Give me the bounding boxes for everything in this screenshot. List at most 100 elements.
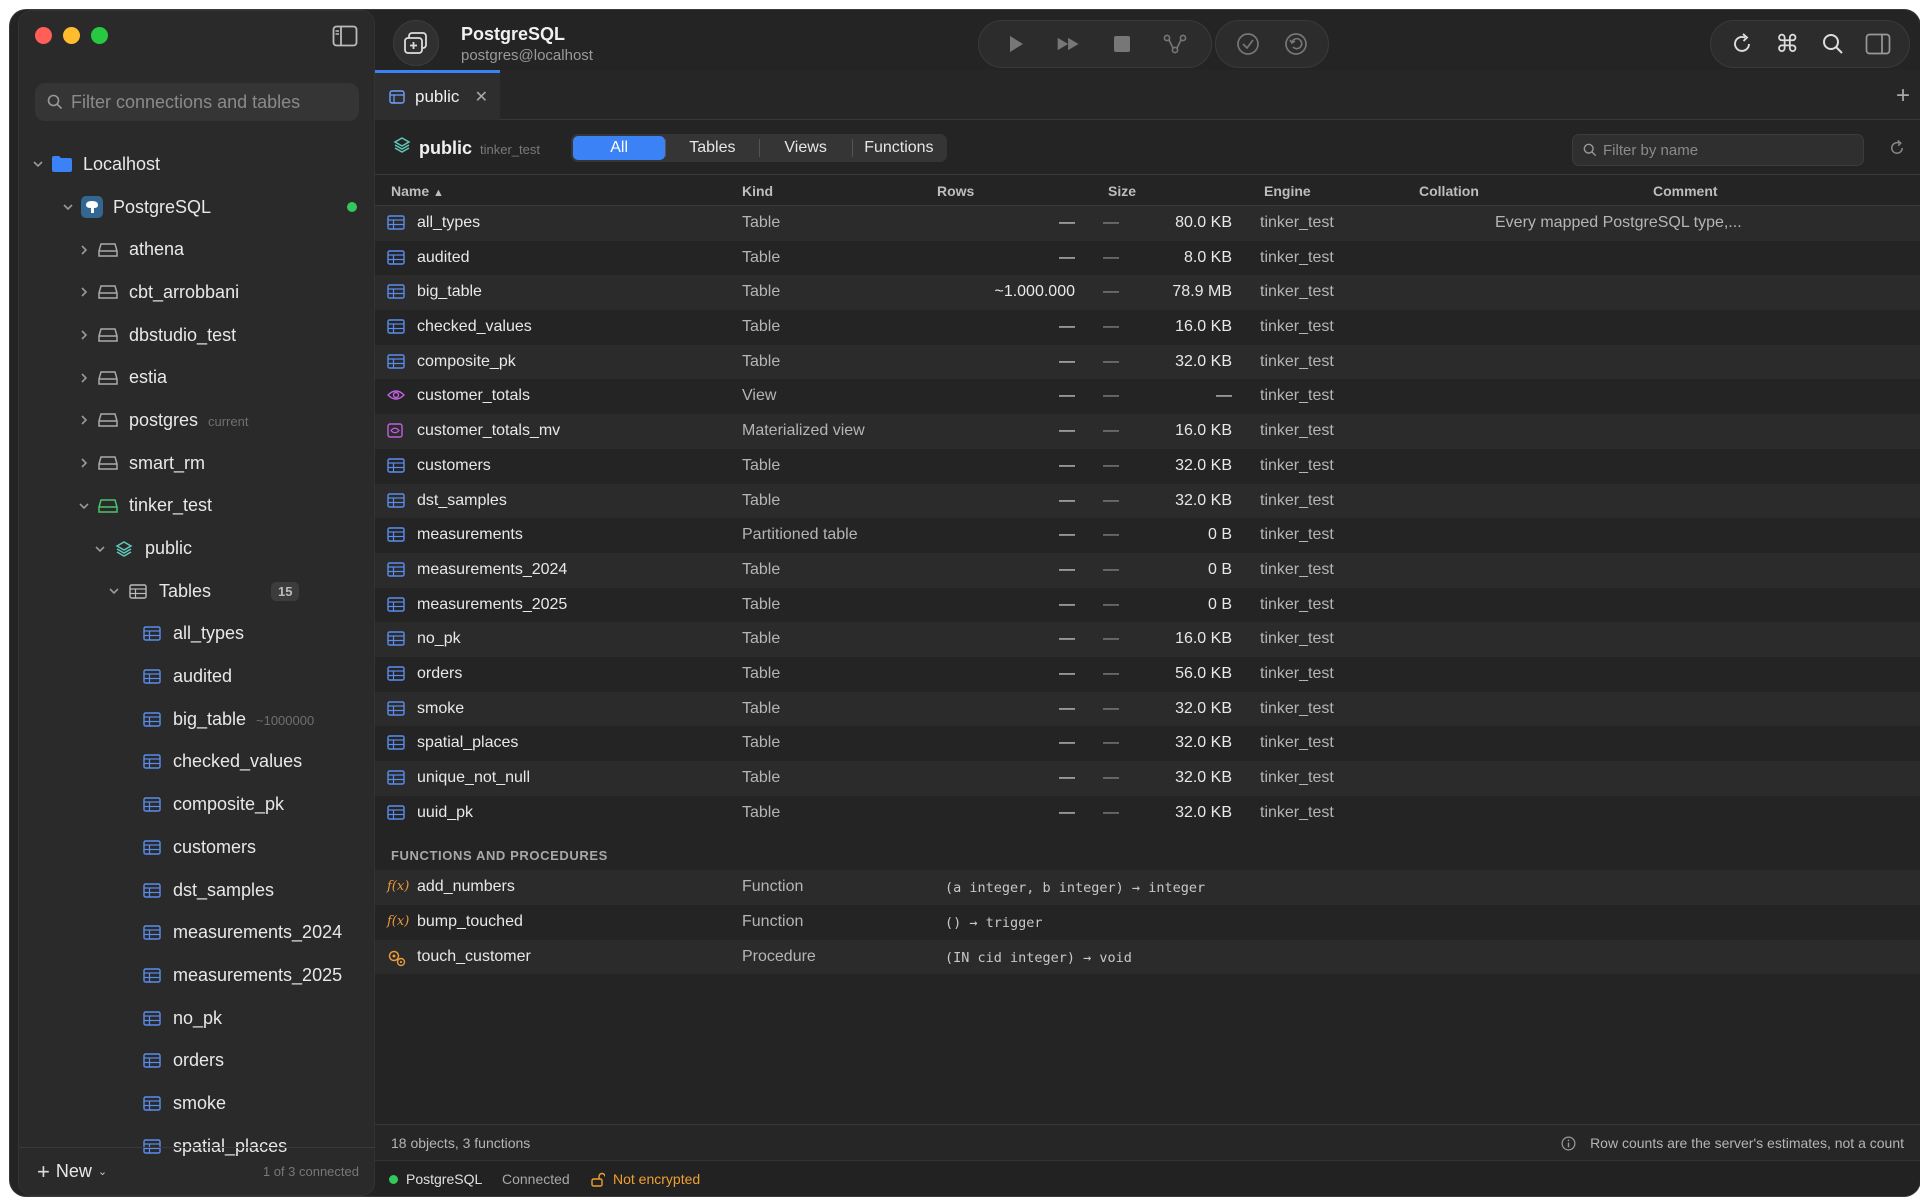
col-rows[interactable]: Rows [937, 183, 974, 199]
filter-input[interactable] [1603, 141, 1853, 159]
tree-item-localhost[interactable]: Localhost [19, 143, 375, 186]
function-row[interactable]: f(x) bump_touched Function () → trigger [375, 905, 1920, 940]
col-kind[interactable]: Kind [742, 183, 773, 199]
col-name[interactable]: Name ▲ [391, 183, 444, 199]
command-palette-icon[interactable]: ⌘ [1774, 31, 1800, 58]
tree-item-dbstudio-test[interactable]: dbstudio_test [19, 314, 375, 357]
tree-item-tinker-test[interactable]: tinker_test [19, 485, 375, 528]
tree-item-big-table[interactable]: big_table ~1000000 [19, 698, 375, 741]
chevron-down-icon[interactable] [61, 200, 75, 214]
sidebar-search-input[interactable] [71, 91, 351, 113]
tree-item-audited[interactable]: audited [19, 655, 375, 698]
segment-views[interactable]: Views [760, 136, 852, 160]
table-row[interactable]: dst_samples Table — 32.0 KB — tinker_test [375, 483, 1920, 519]
commit-icon[interactable] [1235, 31, 1261, 57]
table-row[interactable]: spatial_places Table — 32.0 KB — tinker_test [375, 726, 1920, 761]
col-collation[interactable]: Collation [1419, 183, 1479, 199]
table-row[interactable]: customer_totals_mv Materialized view — 16.0… [375, 414, 1920, 449]
table-row[interactable]: orders Table — 56.0 KB — tinker_test [375, 657, 1920, 692]
tree-item-tables[interactable]: Tables 15 [19, 570, 375, 613]
inspector-toggle-icon[interactable] [1865, 31, 1891, 57]
stop-icon[interactable] [1109, 31, 1135, 57]
table-row[interactable]: big_table Table ~1.000.000 78.9 MB — tinker_t… [375, 275, 1920, 311]
segment-functions[interactable]: Functions [853, 136, 945, 160]
table-row[interactable]: customers Table — 32.0 KB — tinker_test [375, 449, 1920, 484]
close-tab-icon[interactable]: ✕ [475, 87, 488, 107]
function-row[interactable]: touch_customer Procedure (IN cid integer) … [375, 939, 1920, 975]
table-row[interactable]: measurements_2024 Table — 0 B — tinker_test [375, 552, 1920, 588]
tree-item-composite-pk[interactable]: composite_pk [19, 783, 375, 826]
chevron-right-icon[interactable] [77, 413, 91, 427]
tree-item-estia[interactable]: estia [19, 356, 375, 399]
chevron-right-icon[interactable] [77, 285, 91, 299]
function-row[interactable]: f(x) add_numbers Function (a integer, b int… [375, 870, 1920, 906]
table-row[interactable]: all_types Table — 80.0 KB — tinker_test Every … [375, 206, 1920, 241]
chevron-down-icon[interactable] [107, 584, 121, 598]
sort-ascending-icon: ▲ [433, 187, 444, 199]
refresh-icon[interactable] [1729, 31, 1755, 57]
filter-by-name[interactable] [1572, 134, 1864, 166]
chevron-right-icon[interactable] [77, 328, 91, 342]
table-row[interactable]: composite_pk Table — 32.0 KB — tinker_test [375, 344, 1920, 380]
connection-indicator[interactable]: PostgreSQL [389, 1171, 482, 1187]
connection-status-bar: PostgreSQL Connected Not encrypted [375, 1160, 1920, 1196]
tab-public[interactable]: public ✕ [375, 70, 500, 120]
tree-item-orders[interactable]: orders [19, 1039, 375, 1082]
object-engine: — [1103, 630, 1119, 648]
encryption-status[interactable]: Not encrypted [591, 1171, 700, 1187]
col-size[interactable]: Size [1108, 183, 1136, 199]
run-all-icon[interactable] [1056, 31, 1082, 57]
tree-item-dst-samples[interactable]: dst_samples [19, 869, 375, 912]
tree-item-measurements-2025[interactable]: measurements_2025 [19, 954, 375, 997]
table-row[interactable]: audited Table — 8.0 KB — tinker_test [375, 241, 1920, 276]
table-row[interactable]: uuid_pk Table — 32.0 KB — tinker_test [375, 796, 1920, 831]
search-icon[interactable] [1820, 31, 1846, 57]
table-row[interactable]: no_pk Table — 16.0 KB — tinker_test [375, 622, 1920, 657]
chevron-down-icon[interactable] [31, 157, 45, 171]
reload-icon[interactable] [1888, 139, 1906, 157]
chevron-down-icon[interactable] [93, 542, 107, 556]
chevron-right-icon[interactable] [77, 243, 91, 257]
new-query-button[interactable] [393, 20, 439, 66]
new-button[interactable]: + New ⌄ [37, 1159, 107, 1185]
tree-item-measurements-2024[interactable]: measurements_2024 [19, 911, 375, 954]
tree-item-public[interactable]: public [19, 527, 375, 570]
sidebar-toggle-icon[interactable] [332, 25, 358, 47]
tree-item-no-pk[interactable]: no_pk [19, 997, 375, 1040]
table-row[interactable]: measurements_2025 Table — 0 B — tinker_test [375, 588, 1920, 623]
run-icon[interactable] [1003, 31, 1029, 57]
tree-item-smart-rm[interactable]: smart_rm [19, 442, 375, 485]
chevron-right-icon[interactable] [77, 456, 91, 470]
close-window-button[interactable] [35, 27, 52, 44]
zoom-window-button[interactable] [91, 27, 108, 44]
segment-tables[interactable]: Tables [666, 136, 758, 160]
tree-item-athena[interactable]: athena [19, 228, 375, 271]
tree-item-cbt-arrobbani[interactable]: cbt_arrobbani [19, 271, 375, 314]
tree-item-all-types[interactable]: all_types [19, 613, 375, 656]
chevron-down-icon[interactable] [77, 499, 91, 513]
tree-item-checked-values[interactable]: checked_values [19, 741, 375, 784]
table-row[interactable]: measurements Partitioned table — 0 B — tinker… [375, 518, 1920, 553]
col-engine[interactable]: Engine [1264, 183, 1311, 199]
table-row[interactable]: checked_values Table — 16.0 KB — tinker_test [375, 310, 1920, 345]
minimize-window-button[interactable] [63, 27, 80, 44]
explain-plan-icon[interactable] [1162, 31, 1188, 57]
object-collation: tinker_test [1260, 422, 1334, 440]
rollback-icon[interactable] [1283, 31, 1309, 57]
segment-all[interactable]: All [573, 136, 666, 160]
chevron-right-icon[interactable] [77, 371, 91, 385]
table-row[interactable]: unique_not_null Table — 32.0 KB — tinker_test [375, 761, 1920, 796]
tree-item-customers[interactable]: customers [19, 826, 375, 869]
object-size: 16.0 KB [1175, 318, 1232, 336]
table-row[interactable]: customer_totals View — — — tinker_test [375, 379, 1920, 414]
tree-item-postgresql[interactable]: PostgreSQL [19, 186, 375, 229]
table-header: Name ▲ Kind Rows Size Engine Collation C… [375, 176, 1920, 206]
schema-database: tinker_test [480, 142, 540, 157]
add-tab-icon[interactable]: + [1896, 82, 1910, 110]
col-comment[interactable]: Comment [1653, 183, 1718, 199]
tree-item-smoke[interactable]: smoke [19, 1082, 375, 1125]
table-row[interactable]: smoke Table — 32.0 KB — tinker_test [375, 691, 1920, 727]
tree-item-postgres[interactable]: postgres current [19, 399, 375, 442]
tree-item-label: estia [129, 367, 168, 388]
sidebar-search[interactable] [35, 83, 359, 121]
